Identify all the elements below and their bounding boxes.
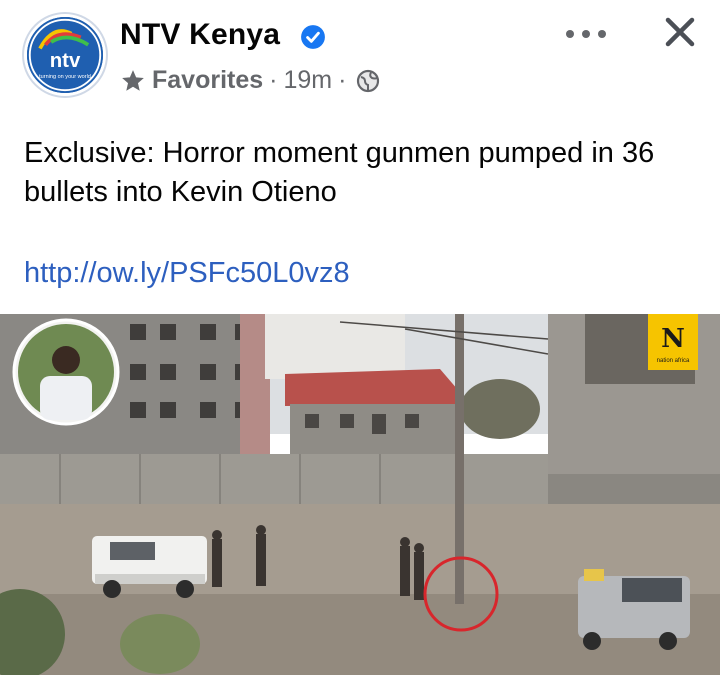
post-link[interactable]: http://ow.ly/PSFc50L0vz8 [24,257,350,290]
svg-text:turning on your world: turning on your world [39,74,91,80]
more-dot [598,30,606,38]
audience-label[interactable]: Favorites [152,66,263,95]
globe-icon [357,69,380,92]
separator-dot: · [269,66,278,94]
star-icon [122,69,144,91]
more-dot [566,30,574,38]
page-name[interactable]: NTV Kenya [120,18,280,52]
ntv-logo-icon: ntv turning on your world [27,17,103,93]
post-meta: Favorites · 19m · [120,66,380,95]
post-photo[interactable]: N nation africa [0,314,720,675]
close-icon[interactable] [662,14,698,50]
verified-badge-icon [301,25,325,49]
more-dot [582,30,590,38]
watermark-text: nation africa [657,358,690,364]
post-time[interactable]: 19m [284,66,333,95]
post-header: ntv turning on your world NTV Kenya Favo… [0,0,720,120]
more-options-icon[interactable] [566,24,606,44]
svg-text:ntv: ntv [50,50,81,72]
post-caption: Exclusive: Horror moment gunmen pumped i… [24,137,655,208]
page-avatar[interactable]: ntv turning on your world [24,14,106,96]
watermark-letter: N [661,324,685,354]
separator-dot: · [338,66,347,94]
